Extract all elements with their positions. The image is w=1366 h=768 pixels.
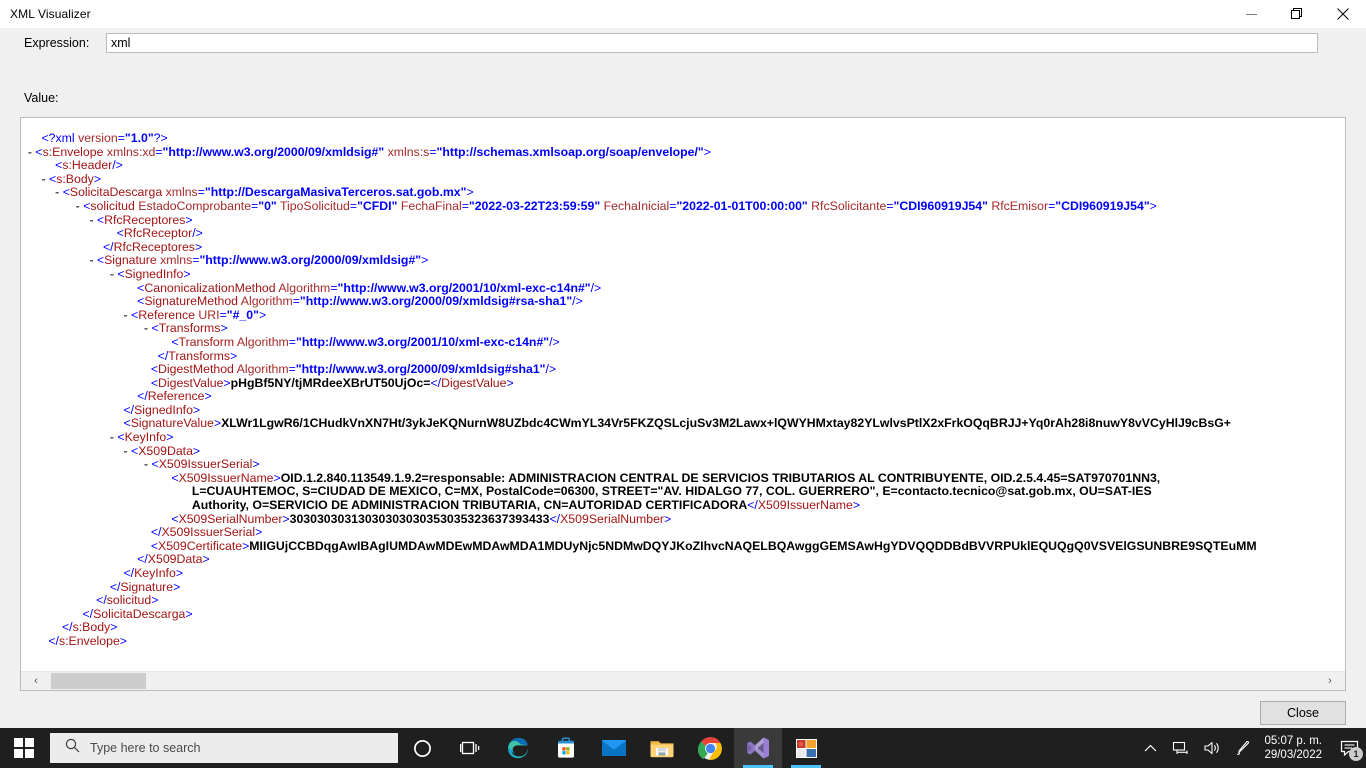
horizontal-scrollbar[interactable]: ‹ › [21, 671, 1345, 690]
volume-icon[interactable] [1196, 728, 1228, 768]
xml-line: - <SolicitaDescarga xmlns="http://Descar… [55, 185, 474, 200]
show-hidden-icons-chevron-icon[interactable] [1137, 728, 1164, 768]
xml-line: </Transforms> [157, 348, 238, 363]
xml-line: <X509Certificate>MIIGUjCCBDqgAwIBAgIUMDA… [150, 538, 1257, 553]
xml-line: </X509Data> [137, 552, 210, 567]
xml-line: </s:Body> [62, 620, 118, 635]
xml-line: <SignatureMethod Algorithm="http://www.w… [137, 294, 583, 309]
clock-time: 05:07 p. m. [1264, 735, 1322, 747]
xml-line: <RfcReceptor/> [116, 226, 203, 241]
xml-line: - <solicitud EstadoComprobante="0" TipoS… [75, 198, 1157, 213]
xml-line: </Reference> [137, 389, 212, 404]
scrollbar-track[interactable] [51, 672, 1315, 690]
start-button[interactable] [0, 728, 48, 768]
window-controls [1228, 0, 1366, 28]
scrollbar-thumb[interactable] [51, 673, 146, 689]
cortana-icon[interactable] [398, 728, 446, 768]
xml-line: - <KeyInfo> [109, 430, 174, 445]
expression-label: Expression: [24, 36, 90, 50]
taskbar-search-box[interactable]: Type here to search [50, 733, 398, 763]
xml-line: </solicitud> [96, 593, 159, 608]
xml-line: <SignatureValue>XLWr1LgwR6/1CHudkVnXN7Ht… [123, 416, 1231, 431]
notifications-button[interactable]: 1 [1332, 728, 1366, 768]
xml-line: - <Signature xmlns="http://www.w3.org/20… [89, 253, 429, 268]
xml-line: <CanonicalizationMethod Algorithm="http:… [137, 280, 602, 295]
xml-line: <DigestMethod Algorithm="http://www.w3.o… [150, 362, 557, 377]
xml-line: - <s:Body> [41, 171, 102, 186]
windows-taskbar: Type here to search 05:07 p. m. 29/03/20… [0, 728, 1366, 768]
xml-line: <Transform Algorithm="http://www.w3.org/… [171, 334, 560, 349]
xml-line: </s:Envelope> [48, 633, 127, 648]
close-button[interactable]: Close [1260, 701, 1346, 725]
xml-line: - <Transforms> [144, 321, 228, 336]
value-label: Value: [24, 91, 59, 105]
xml-line: <X509IssuerName>OID.1.2.840.113549.1.9.2… [171, 470, 1161, 485]
xml-visualizer-dialog: Expression: Value: <?xml version="1.0"?>… [0, 29, 1366, 729]
pen-workspace-icon[interactable] [1228, 728, 1258, 768]
taskbar-app-store[interactable] [542, 728, 590, 768]
xml-line: </SignedInfo> [123, 402, 201, 417]
scroll-right-arrow[interactable]: › [1315, 672, 1345, 690]
xml-line: <?xml version="1.0"?> [41, 131, 168, 145]
window-title: XML Visualizer [10, 7, 91, 21]
expression-input[interactable] [106, 33, 1318, 53]
taskbar-app-file-explorer[interactable] [638, 728, 686, 768]
xml-line: </SolicitaDescarga> [82, 606, 193, 621]
notification-count-badge: 1 [1349, 747, 1363, 761]
taskbar-app-mail[interactable] [590, 728, 638, 768]
xml-line: Authority, O=SERVICIO DE ADMINISTRACION … [191, 498, 861, 513]
expression-row: Expression: [0, 33, 1366, 53]
task-view-icon[interactable] [446, 728, 494, 768]
xml-line: - <RfcReceptores> [89, 212, 193, 227]
window-titlebar: XML Visualizer [0, 0, 1366, 29]
xml-line: L=CUAUHTEMOC, S=CIUDAD DE MEXICO, C=MX, … [191, 484, 1152, 499]
taskbar-app-edge[interactable] [494, 728, 542, 768]
close-window-button[interactable] [1320, 0, 1366, 28]
xml-line: <X509SerialNumber>3030303031303030303035… [171, 511, 672, 526]
clock-date: 29/03/2022 [1264, 749, 1322, 761]
xml-line: - <X509Data> [123, 443, 201, 458]
taskbar-app-chrome[interactable] [686, 728, 734, 768]
xml-line: - <s:Envelope xmlns:xd="http://www.w3.or… [27, 144, 711, 159]
xml-line: <s:Header/> [55, 158, 123, 173]
xml-line: </Signature> [109, 579, 181, 594]
search-icon [65, 738, 80, 758]
xml-line: </RfcReceptores> [103, 239, 203, 254]
xml-line: - <Reference URI="#_0"> [123, 307, 267, 322]
network-icon[interactable] [1164, 728, 1196, 768]
xml-scroll-area[interactable]: <?xml version="1.0"?> - <s:Envelope xmln… [21, 118, 1345, 672]
search-placeholder-text: Type here to search [90, 741, 201, 755]
restore-button[interactable] [1274, 0, 1320, 28]
xml-line: - <SignedInfo> [109, 266, 191, 281]
taskbar-clock[interactable]: 05:07 p. m. 29/03/2022 [1258, 728, 1332, 768]
xml-line: <DigestValue>pHgBf5NY/tjMRdeeXBrUT50UjOc… [150, 375, 514, 390]
scroll-left-arrow[interactable]: ‹ [21, 672, 51, 690]
xml-tree-content: <?xml version="1.0"?> - <s:Envelope xmln… [21, 131, 1345, 649]
system-tray: 05:07 p. m. 29/03/2022 1 [1137, 728, 1366, 768]
xml-line: </X509IssuerSerial> [150, 525, 263, 540]
xml-line: </KeyInfo> [123, 566, 184, 580]
taskbar-app-visual-studio[interactable] [734, 728, 782, 768]
taskbar-app-powerpoint[interactable] [782, 728, 830, 768]
minimize-button[interactable] [1228, 0, 1274, 28]
xml-value-panel: <?xml version="1.0"?> - <s:Envelope xmln… [20, 117, 1346, 691]
xml-line: - <X509IssuerSerial> [144, 457, 260, 472]
